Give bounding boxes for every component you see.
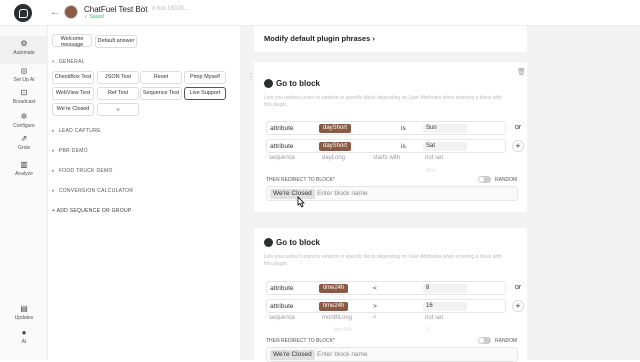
expand-arrow-icon: ▸: [52, 188, 55, 194]
condition-operator[interactable]: is: [401, 125, 406, 132]
broadcast-icon: ⊡: [20, 88, 28, 97]
chevron-down-icon[interactable]: ˅: [141, 5, 145, 12]
random-toggle[interactable]: [478, 337, 491, 344]
configure-icon: ✲: [20, 112, 28, 121]
go-to-block-card: 🗑 Go to block Lets you redirect users to…: [254, 62, 527, 212]
block-default-answer[interactable]: Default answer: [95, 35, 137, 48]
card-title: Go to block: [264, 238, 320, 247]
random-label: RANDOM: [495, 177, 518, 183]
ai-avatar-icon: ●: [21, 328, 27, 337]
group-conversion-calculator[interactable]: ▸ CONVERSION CALCULATOR: [52, 188, 133, 194]
go-to-block-card: Go to block Lets you redirect users to r…: [254, 228, 527, 362]
nav-analyze[interactable]: ▥ Analyze: [0, 160, 48, 177]
condition-operator[interactable]: <: [373, 285, 377, 292]
grow-icon: ⇗: [20, 134, 28, 143]
faint-attribute: time24h: [334, 327, 352, 333]
analyze-icon: ▥: [20, 160, 28, 169]
condition-value[interactable]: 16: [423, 302, 467, 311]
faint-value: 8: [426, 327, 429, 333]
add-condition-button[interactable]: +: [512, 140, 524, 152]
plugin-icon: [264, 238, 273, 247]
ghost-condition-row: sequence monthLong < not set: [269, 315, 444, 321]
block-name-placeholder: Enter block name: [317, 351, 368, 358]
mouse-cursor-icon: [297, 196, 305, 208]
condition-operator[interactable]: >: [373, 303, 377, 310]
block-item[interactable]: Reset: [140, 71, 182, 84]
faint-value: Mon: [426, 168, 436, 174]
selected-block-chip[interactable]: We're Closed: [270, 189, 315, 199]
expand-arrow-icon: ▸: [52, 148, 55, 154]
left-nav: ⚙ Automate ◎ Set Up AI ⊡ Broadcast ✲ Configu…: [0, 26, 48, 360]
add-sequence-or-group-button[interactable]: + ADD SEQUENCE OR GROUP: [52, 208, 132, 214]
nav-setup-ai[interactable]: ◎ Set Up AI: [0, 66, 48, 83]
random-toggle[interactable]: [478, 176, 491, 183]
condition-type[interactable]: attribute: [270, 303, 294, 310]
condition-row: attribute time24h > 16: [266, 299, 506, 313]
nav-ai[interactable]: ● AI: [0, 328, 48, 345]
gear-icon: ⚙: [20, 39, 28, 48]
block-item[interactable]: Sequence Test: [140, 87, 182, 100]
bot-avatar: [64, 5, 78, 19]
attribute-name[interactable]: time24h: [319, 302, 349, 311]
expand-arrow-icon: ▸: [52, 168, 55, 174]
card-description: Lets you redirect users to random or spe…: [264, 254, 502, 267]
trash-icon[interactable]: 🗑: [517, 68, 526, 76]
block-item[interactable]: WebView Test: [52, 87, 94, 100]
top-bar: ← ChatFuel Test Bot ˅ # bot 18028... ✓ S…: [0, 0, 640, 26]
condition-value[interactable]: Sat: [423, 142, 467, 151]
condition-value[interactable]: 8: [423, 284, 467, 293]
attribute-name[interactable]: dayShort: [319, 142, 352, 151]
nav-automate[interactable]: ⚙ Automate: [0, 36, 48, 64]
block-item[interactable]: We're Closed: [52, 103, 94, 116]
condition-operator[interactable]: is: [401, 143, 406, 150]
block-item[interactable]: CheckBox Test: [52, 71, 94, 84]
add-block-button[interactable]: +: [97, 103, 139, 116]
block-welcome-message[interactable]: Welcome message: [52, 34, 92, 48]
nav-configure[interactable]: ✲ Configure: [0, 112, 48, 129]
group-general[interactable]: ▾ GENERAL: [52, 59, 85, 65]
collapse-arrow-icon: ▾: [52, 59, 55, 65]
nav-updates[interactable]: ▤ Updates: [0, 304, 48, 321]
selected-block-chip[interactable]: We're Closed: [270, 350, 315, 360]
block-item[interactable]: JSON Test: [97, 71, 139, 84]
group-pbr-demo[interactable]: ▸ PBR DEMO: [52, 148, 88, 154]
or-label: or: [515, 124, 522, 131]
bot-name[interactable]: ChatFuel Test Bot: [84, 5, 147, 14]
modify-phrases-card[interactable]: Modify default plugin phrases ›: [254, 26, 527, 52]
attribute-name[interactable]: time24h: [319, 284, 349, 293]
group-lead-capture[interactable]: ▸ LEAD CAPTURE: [52, 128, 101, 134]
expand-arrow-icon: ▸: [52, 128, 55, 134]
random-label: RANDOM: [495, 338, 518, 344]
ai-icon: ◎: [20, 66, 28, 75]
redirect-label: THEN REDIRECT TO BLOCK*: [266, 177, 335, 183]
attribute-name[interactable]: dayShort: [319, 124, 352, 133]
condition-row: attribute dayShort is Sat: [266, 139, 506, 153]
updates-icon: ▤: [20, 304, 28, 313]
back-arrow-icon[interactable]: ←: [50, 7, 60, 18]
nav-grow[interactable]: ⇗ Grow: [0, 134, 48, 151]
or-label: or: [515, 284, 522, 291]
condition-value[interactable]: Sun: [423, 124, 467, 133]
bot-id: # bot 18028...: [152, 6, 189, 12]
add-condition-button[interactable]: +: [512, 300, 524, 312]
condition-type[interactable]: attribute: [270, 125, 294, 132]
block-item-selected[interactable]: Live Support: [184, 87, 226, 100]
chatfuel-logo-icon[interactable]: [14, 4, 32, 22]
condition-row: attribute time24h < 8: [266, 281, 506, 295]
block-item[interactable]: Pimp Myself: [184, 71, 226, 84]
condition-row: attribute dayShort is Sun: [266, 121, 506, 135]
block-name-placeholder: Enter block name: [317, 190, 368, 197]
ghost-condition-row: sequence dayLong starts with not set: [269, 155, 444, 161]
redirect-label: THEN REDIRECT TO BLOCK*: [266, 338, 335, 344]
card-description: Lets you redirect users to random or spe…: [264, 95, 502, 108]
group-food-truck-demo[interactable]: ▸ FOOD TRUCK DEMO: [52, 168, 113, 174]
modify-phrases-link[interactable]: Modify default plugin phrases ›: [264, 34, 375, 43]
save-status: ✓ Saved: [84, 14, 104, 20]
nav-broadcast[interactable]: ⊡ Broadcast: [0, 88, 48, 105]
plugin-icon: [264, 79, 273, 88]
condition-type[interactable]: attribute: [270, 285, 294, 292]
block-item[interactable]: Ref Test: [97, 87, 139, 100]
condition-type[interactable]: attribute: [270, 143, 294, 150]
card-title: Go to block: [264, 79, 320, 88]
